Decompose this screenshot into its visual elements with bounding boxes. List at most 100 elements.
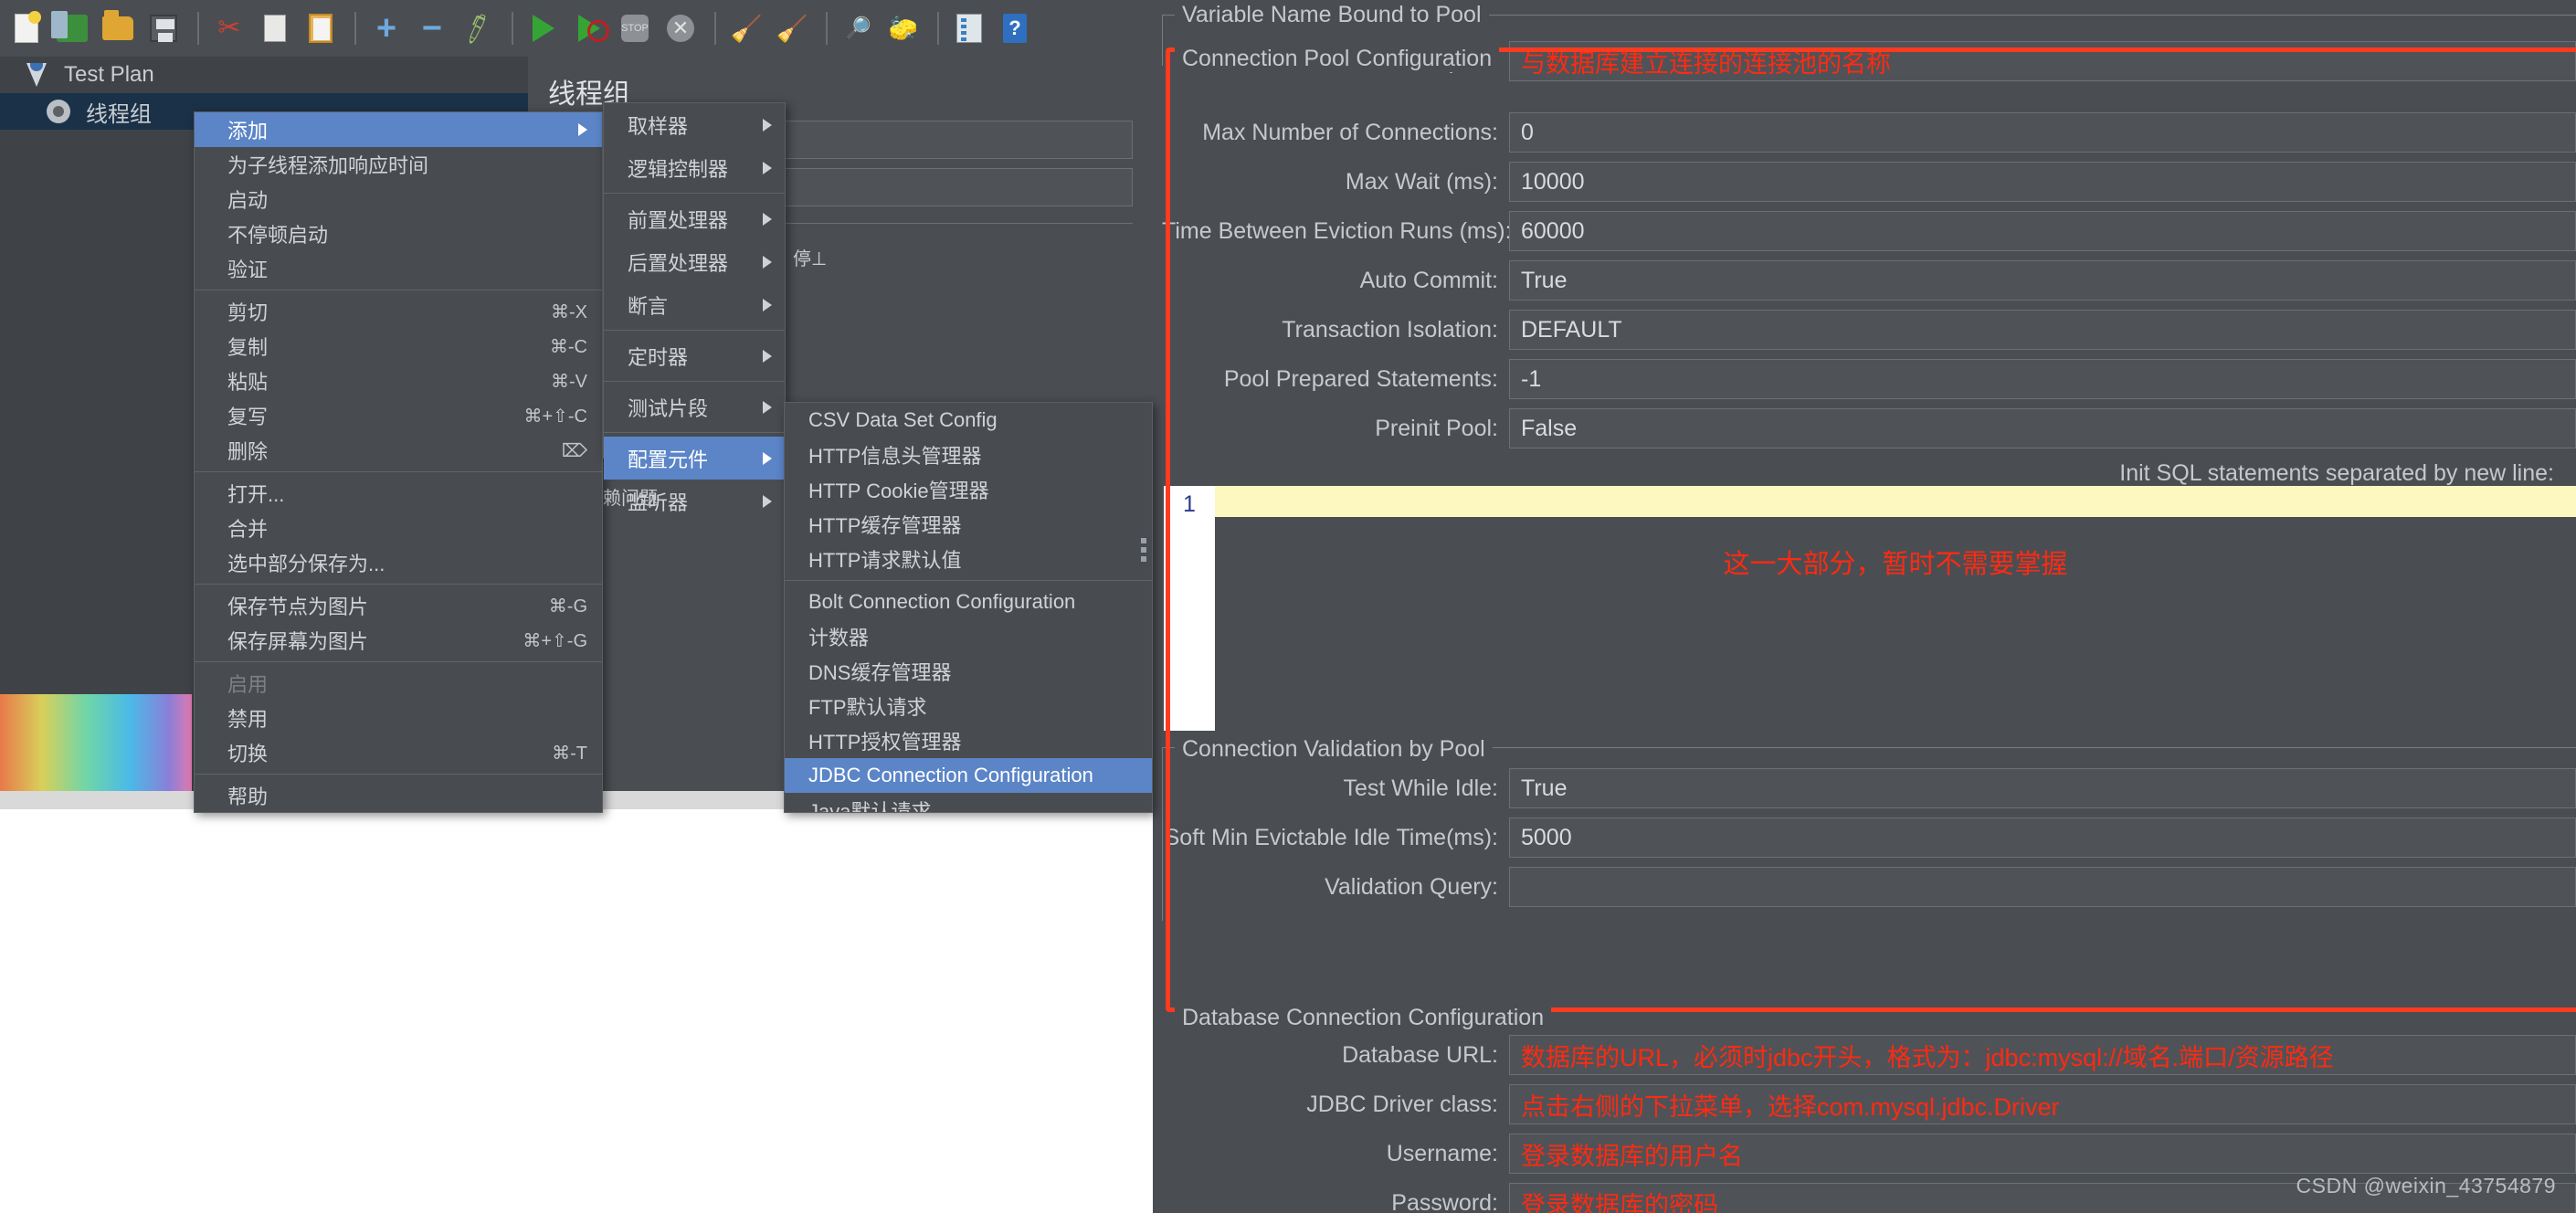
tree-node-test-plan[interactable]: Test Plan (0, 57, 528, 93)
menu-item[interactable]: 打开... (195, 476, 602, 511)
paste-icon[interactable] (300, 7, 342, 49)
copy-icon[interactable] (254, 7, 296, 49)
chevron-right-icon (763, 400, 772, 414)
menu-item[interactable]: 剪切 ⌘-X (195, 294, 602, 329)
menu-item[interactable]: HTTP Cookie管理器 (785, 472, 1152, 507)
field-row: Username: 登录数据库的用户名 (1162, 1129, 2576, 1178)
menu-item[interactable]: 合并 (195, 511, 602, 545)
menu-item[interactable]: HTTP请求默认值 (785, 542, 1152, 576)
field-input[interactable]: 5000 (1509, 817, 2576, 858)
chevron-right-icon (763, 161, 772, 174)
menu-item-label: 粘贴 (227, 371, 269, 394)
menu-item[interactable]: 配置元件 (604, 437, 785, 480)
menu-item[interactable]: 禁用 (195, 701, 602, 735)
menu-item-label: HTTP Cookie管理器 (808, 480, 989, 502)
clear-all-icon[interactable]: 🧹 (771, 7, 813, 49)
field-label: Transaction Isolation: (1282, 316, 1498, 343)
chevron-right-icon (763, 255, 772, 269)
shutdown-icon[interactable]: ✕ (660, 7, 702, 49)
menu-item[interactable]: 添加 (195, 112, 602, 147)
expand-all-icon[interactable]: + (365, 7, 407, 49)
menu-item[interactable]: 粘贴 ⌘-V (195, 364, 602, 398)
menu-item[interactable]: HTTP信息头管理器 (785, 438, 1152, 472)
open-icon[interactable] (97, 7, 139, 49)
menu-item[interactable]: 后置处理器 (604, 240, 785, 283)
menu-item[interactable]: 测试片段 (604, 385, 785, 428)
flask-icon (20, 61, 53, 89)
menu-item-label: 测试片段 (628, 396, 709, 420)
menu-item[interactable]: DNS缓存管理器 (785, 654, 1152, 689)
editor-annotation: 这一大部分，暂时不需要掌握 (1723, 550, 2068, 579)
collapse-all-icon[interactable]: − (411, 7, 453, 49)
tree-node-label: Test Plan (64, 62, 154, 87)
field-input[interactable]: 10000 (1509, 162, 2576, 202)
menu-item[interactable]: 启动 (195, 182, 602, 216)
menu-item[interactable]: FTP默认请求 (785, 689, 1152, 723)
field-input[interactable]: 登录数据库的用户名 (1509, 1134, 2576, 1174)
menu-item[interactable]: 为子线程添加响应时间 (195, 147, 602, 182)
config-element-submenu[interactable]: CSV Data Set Config HTTP信息头管理器 HTTP Cookie… (784, 402, 1153, 813)
menu-item[interactable]: 计数器 (785, 619, 1152, 654)
save-icon[interactable] (143, 7, 185, 49)
new-document-icon[interactable] (5, 7, 48, 49)
menu-item[interactable]: 保存节点为图片 ⌘-G (195, 588, 602, 623)
menu-item-label: 后置处理器 (628, 251, 729, 275)
field-input[interactable]: 60000 (1509, 211, 2576, 251)
init-sql-editor[interactable]: 1 这一大部分，暂时不需要掌握 (1164, 486, 2576, 731)
menu-item[interactable]: 保存屏幕为图片 ⌘+⇧-G (195, 623, 602, 658)
field-input[interactable]: False (1509, 408, 2576, 448)
menu-item[interactable]: 复写 ⌘+⇧-C (195, 398, 602, 433)
menu-item[interactable]: 选中部分保存为... (195, 545, 602, 580)
menu-item[interactable]: Java默认请求 (785, 793, 1152, 813)
menu-item[interactable]: 逻辑控制器 (604, 146, 785, 189)
menu-item[interactable]: JDBC Connection Configuration (785, 758, 1152, 793)
field-input[interactable]: -1 (1509, 359, 2576, 399)
field-row: Soft Min Evictable Idle Time(ms): 5000 (1162, 813, 2576, 862)
field-input[interactable]: True (1509, 260, 2576, 301)
menu-item-label: Java默认请求 (808, 800, 932, 813)
field-input[interactable]: 数据库的URL，必须时jdbc开头，格式为：jdbc:mysql://域名.端口… (1509, 1035, 2576, 1075)
log-viewer-icon[interactable] (948, 7, 990, 49)
editor-text-area[interactable]: 这一大部分，暂时不需要掌握 (1215, 486, 2576, 731)
toolbar-divider (197, 12, 199, 45)
context-menu[interactable]: 添加 为子线程添加响应时间 启动 不停顿启动 验证剪切 ⌘-X 复制 ⌘-C 粘贴 ⌘-V 复写 ⌘+… (194, 111, 603, 813)
menu-item-label: HTTP信息头管理器 (808, 445, 982, 468)
new-template-icon[interactable] (51, 7, 93, 49)
field-input[interactable]: 点击右侧的下拉菜单，选择com.mysql.jdbc.Driver (1509, 1084, 2576, 1124)
field-row: Test While Idle: True (1162, 764, 2576, 813)
field-input[interactable]: DEFAULT (1509, 310, 2576, 350)
start-no-pauses-icon[interactable] (568, 7, 610, 49)
clear-icon[interactable]: 🧹 (725, 7, 767, 49)
cut-icon[interactable]: ✂ (208, 7, 250, 49)
menu-item[interactable]: 验证 (195, 251, 602, 286)
field-input[interactable]: 0 (1509, 112, 2576, 153)
help-icon[interactable]: ? (994, 7, 1036, 49)
menu-item[interactable]: 前置处理器 (604, 197, 785, 240)
menu-item[interactable]: 切换 ⌘-T (195, 735, 602, 770)
menu-item[interactable]: 断言 (604, 283, 785, 326)
menu-item[interactable]: 监听器 (604, 480, 785, 522)
field-input[interactable]: True (1509, 768, 2576, 808)
menu-item[interactable]: 不停顿启动 (195, 216, 602, 251)
start-icon[interactable] (523, 7, 565, 49)
menu-item[interactable]: HTTP授权管理器 (785, 723, 1152, 758)
add-submenu[interactable]: 取样器 逻辑控制器 前置处理器 后置处理器 断言 定时器 测试片段 配置元件 监听器 (603, 102, 786, 514)
search-icon[interactable]: 🔎 (837, 7, 879, 49)
menu-item[interactable]: 复制 ⌘-C (195, 329, 602, 364)
toggle-icon[interactable]: 🖊 (457, 7, 499, 49)
menu-item[interactable]: CSV Data Set Config (785, 403, 1152, 438)
init-sql-label: Init SQL statements separated by new lin… (2119, 460, 2554, 486)
menu-item[interactable]: Bolt Connection Configuration (785, 585, 1152, 619)
chevron-right-icon (763, 298, 772, 311)
reset-search-icon[interactable]: 🧽 (882, 7, 924, 49)
menu-item[interactable]: HTTP缓存管理器 (785, 507, 1152, 542)
field-input[interactable] (1509, 867, 2576, 907)
menu-separator (195, 471, 602, 472)
stop-icon[interactable]: STOP (614, 7, 656, 49)
variable-name-input[interactable]: 与数据库建立连接的连接池的名称 (1509, 41, 2576, 81)
menu-item[interactable]: 定时器 (604, 334, 785, 377)
menu-item-label: 复制 (227, 336, 269, 359)
menu-item[interactable]: 帮助 (195, 778, 602, 813)
menu-item[interactable]: 取样器 (604, 103, 785, 146)
menu-item[interactable]: 删除 ⌦ (195, 433, 602, 468)
